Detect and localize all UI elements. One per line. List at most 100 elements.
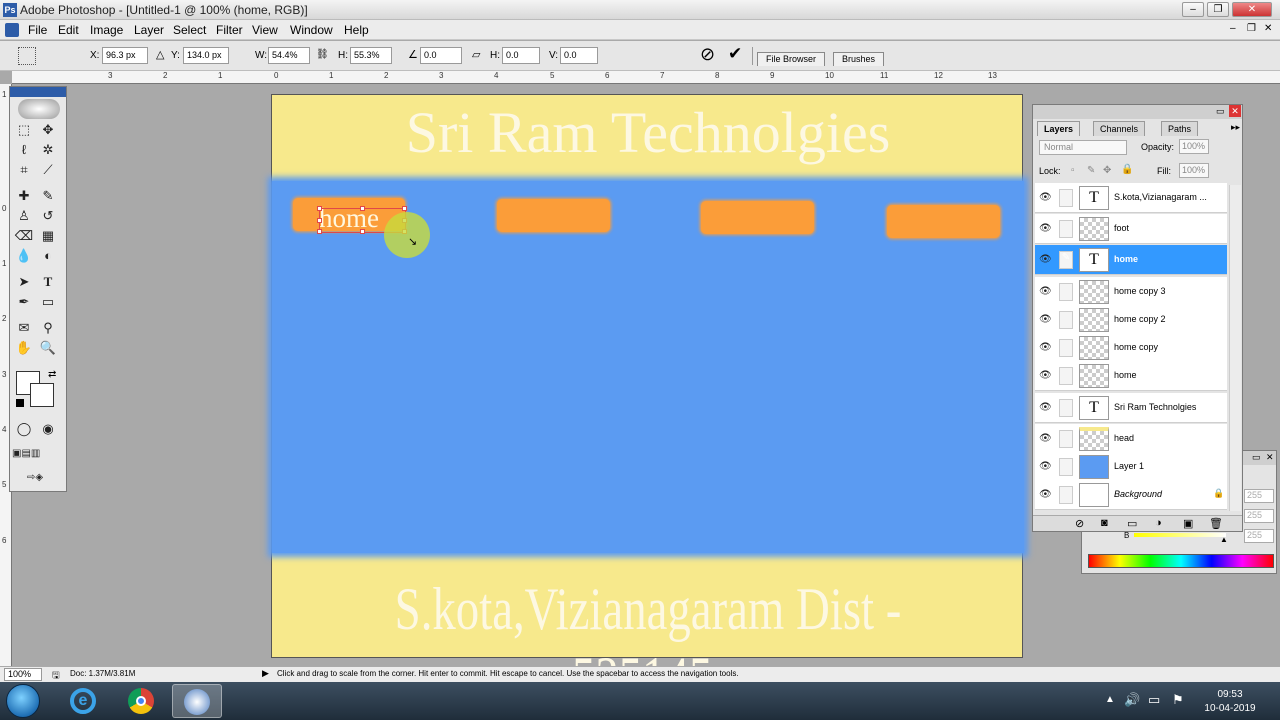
menu-filter[interactable]: Filter	[216, 23, 243, 37]
pen-tool-icon[interactable]: ✒	[14, 293, 34, 311]
width-field[interactable]: 54.4%	[268, 47, 310, 64]
chrome-icon[interactable]	[116, 684, 166, 718]
stamp-tool-icon[interactable]: ♙	[14, 207, 34, 225]
menu-select[interactable]: Select	[173, 23, 206, 37]
system-clock[interactable]: 09:53 10-04-2019	[1200, 688, 1260, 716]
network-icon[interactable]: ▭	[1148, 692, 1160, 708]
commit-transform-icon[interactable]: ✔	[728, 44, 742, 64]
menu-layer[interactable]: Layer	[134, 23, 164, 37]
transform-tool-icon[interactable]	[18, 47, 36, 65]
link-box[interactable]	[1059, 189, 1073, 207]
layer-row[interactable]: 👁 T Sri Ram Technolgies	[1035, 393, 1227, 423]
link-icon[interactable]: ⛓	[316, 49, 329, 60]
menu-window[interactable]: Window	[290, 23, 333, 37]
transform-handle[interactable]	[360, 206, 365, 211]
swap-colors-icon[interactable]: ⇄	[48, 369, 56, 380]
start-button[interactable]	[6, 684, 40, 718]
layer-row[interactable]: 👁 Background 🔒	[1035, 480, 1227, 510]
dodge-tool-icon[interactable]: ◐	[38, 247, 58, 265]
tab-paths[interactable]: Paths	[1161, 121, 1199, 136]
delete-layer-icon[interactable]: 🗑	[1209, 517, 1223, 530]
visibility-eye-icon[interactable]: 👁	[1039, 342, 1052, 353]
v-skew-field[interactable]: 0.0	[560, 47, 598, 64]
slice-tool-icon[interactable]: ⟋	[38, 161, 58, 179]
healing-brush-icon[interactable]: ✚	[14, 187, 34, 205]
x-position-field[interactable]: 96.3 px	[102, 47, 148, 64]
lock-paint-icon[interactable]: ✎	[1087, 165, 1095, 176]
hand-tool-icon[interactable]: ✋	[14, 339, 34, 357]
doc-close-button[interactable]: ✕	[1264, 23, 1272, 34]
visibility-eye-icon[interactable]: 👁	[1039, 433, 1052, 444]
default-colors-icon[interactable]	[16, 399, 24, 407]
slider-thumb-icon[interactable]: ▲	[1220, 535, 1228, 544]
nav-button-3[interactable]	[701, 201, 814, 234]
palette-minimize-icon[interactable]: ▭	[1252, 452, 1261, 463]
r-value-field[interactable]: 255	[1244, 489, 1274, 503]
tray-show-hidden-icon[interactable]: ▲	[1105, 694, 1115, 705]
transform-handle[interactable]	[360, 229, 365, 234]
palette-close-icon[interactable]: ✕	[1229, 105, 1241, 117]
visibility-eye-icon[interactable]: 👁	[1039, 402, 1052, 413]
layer-row[interactable]: 👁 home copy 2	[1035, 305, 1227, 335]
lock-all-icon[interactable]: 🔒	[1121, 164, 1133, 175]
standard-mode-icon[interactable]: ◯	[14, 420, 34, 438]
opacity-field[interactable]: 100%	[1179, 139, 1209, 154]
b-value-field[interactable]: 255	[1244, 529, 1274, 543]
layer-row[interactable]: 👁 foot	[1035, 214, 1227, 244]
photoshop-task-icon[interactable]	[172, 684, 222, 718]
nav-button-2[interactable]	[497, 199, 610, 232]
layer-row[interactable]: 👁 home copy	[1035, 333, 1227, 363]
minimize-button[interactable]: ‒	[1182, 2, 1204, 17]
transform-handle[interactable]	[317, 218, 322, 223]
cancel-transform-icon[interactable]: ⊘	[700, 44, 715, 65]
background-color-swatch[interactable]	[30, 383, 54, 407]
g-value-field[interactable]: 255	[1244, 509, 1274, 523]
close-button[interactable]: ✕	[1232, 2, 1272, 17]
screen-mode-icon[interactable]: ▣▤▥	[12, 445, 40, 463]
transform-handle[interactable]	[317, 229, 322, 234]
layer-row[interactable]: 👁 head	[1035, 424, 1227, 454]
new-group-icon[interactable]: ▭	[1127, 517, 1137, 530]
h-skew-field[interactable]: 0.0	[502, 47, 540, 64]
palette-minimize-icon[interactable]: ▭	[1216, 106, 1225, 117]
link-box[interactable]	[1059, 430, 1073, 448]
eyedropper-icon[interactable]: ⚲	[38, 319, 58, 337]
crop-tool-icon[interactable]: ⌗	[14, 161, 34, 179]
link-box[interactable]	[1059, 220, 1073, 238]
visibility-eye-icon[interactable]: 👁	[1039, 286, 1052, 297]
status-arrow-icon[interactable]: ▶	[262, 668, 269, 679]
magic-wand-icon[interactable]: ✲	[38, 141, 58, 159]
internet-explorer-icon[interactable]: e	[58, 684, 108, 718]
file-browser-tab[interactable]: File Browser	[757, 52, 826, 66]
shape-tool-icon[interactable]: ▭	[38, 293, 58, 311]
toolbox-header[interactable]	[10, 87, 66, 97]
visibility-eye-icon[interactable]: 👁	[1039, 314, 1052, 325]
palette-menu-icon[interactable]: ▸▸	[1231, 122, 1240, 133]
visibility-eye-icon[interactable]: 👁	[1039, 489, 1052, 500]
palette-close-icon[interactable]: ✕	[1266, 452, 1274, 463]
layer-row[interactable]: 👁 T S.kota,Vizianagaram ...	[1035, 183, 1227, 213]
doc-restore-button[interactable]: ❐	[1247, 23, 1256, 34]
eraser-tool-icon[interactable]: ⌫	[14, 227, 34, 245]
menu-image[interactable]: Image	[90, 23, 123, 37]
zoom-tool-icon[interactable]: 🔍	[38, 339, 58, 357]
visibility-eye-icon[interactable]: 👁	[1039, 254, 1052, 265]
link-box[interactable]	[1059, 283, 1073, 301]
history-brush-icon[interactable]: ↺	[38, 207, 58, 225]
lock-move-icon[interactable]: ✥	[1103, 165, 1111, 176]
layer-style-icon[interactable]: ⊘	[1075, 517, 1084, 530]
transform-handle[interactable]	[402, 206, 407, 211]
y-position-field[interactable]: 134.0 px	[183, 47, 229, 64]
visibility-eye-icon[interactable]: 👁	[1039, 370, 1052, 381]
notes-tool-icon[interactable]: ✉	[14, 319, 34, 337]
layer-mask-icon[interactable]: ◙	[1101, 517, 1108, 529]
link-box[interactable]	[1059, 486, 1073, 504]
zoom-field[interactable]: 100%	[4, 668, 42, 681]
visibility-eye-icon[interactable]: 👁	[1039, 461, 1052, 472]
move-tool-icon[interactable]: ✥	[38, 121, 58, 139]
visibility-eye-icon[interactable]: 👁	[1039, 192, 1052, 203]
layer-row[interactable]: 👁 Layer 1	[1035, 452, 1227, 482]
restore-button[interactable]: ❐	[1207, 2, 1229, 17]
fill-field[interactable]: 100%	[1179, 163, 1209, 178]
blur-tool-icon[interactable]: 💧	[14, 247, 34, 265]
